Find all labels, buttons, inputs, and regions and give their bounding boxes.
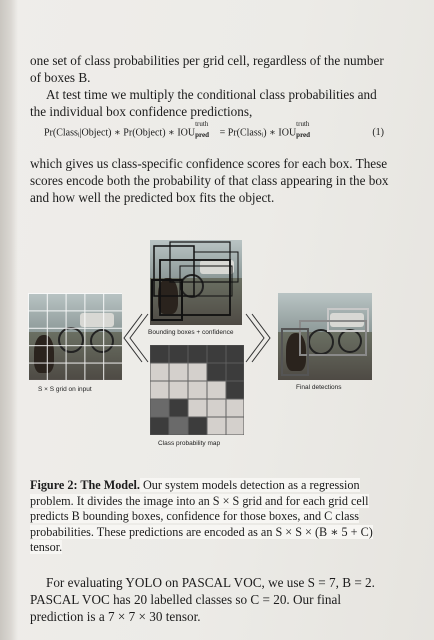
figure-caption-head: Figure 2: The Model. (30, 478, 140, 492)
paragraph-2: At test time we multiply the conditional… (30, 87, 377, 119)
detection-boxes (281, 308, 369, 376)
label-grid-input: S × S grid on input (38, 386, 92, 393)
left-bracket-arrow (123, 313, 149, 363)
iou-scripts-right: truth pred (296, 120, 311, 139)
iou-scripts-left: truth pred (195, 120, 209, 139)
bounding-boxes-image (150, 240, 242, 325)
page-gutter-shadow (0, 0, 18, 640)
label-class-map: Class probability map (158, 440, 221, 447)
right-bracket-arrow (245, 313, 271, 363)
equation-number: (1) (372, 127, 384, 138)
final-detections-image (278, 293, 372, 380)
equation-rhs: = Pr(Classᵢ) ∗ IOU (219, 127, 297, 139)
figure-caption: Figure 2: The Model. Our system models d… (30, 478, 390, 556)
input-image-grid (28, 293, 122, 380)
class-probability-map (149, 344, 245, 436)
box-predictions (151, 241, 239, 321)
paragraph-3: which gives us class-specific confidence… (30, 156, 389, 205)
label-bounding-boxes: Bounding boxes + confidence (148, 329, 234, 336)
paper-page: one set of class probabilities per grid … (0, 0, 434, 640)
equation-lhs: Pr(Classᵢ|Object) ∗ Pr(Object) ∗ IOU (44, 127, 196, 139)
label-final-detections: Final detections (296, 384, 342, 391)
paragraph-4: For evaluating YOLO on PASCAL VOC, we us… (30, 575, 375, 624)
probability-map-grid (149, 344, 245, 436)
equation-1: Pr(Classᵢ|Object) ∗ Pr(Object) ∗ IOU trut… (44, 120, 384, 139)
paragraph-1: one set of class probabilities per grid … (30, 53, 384, 85)
